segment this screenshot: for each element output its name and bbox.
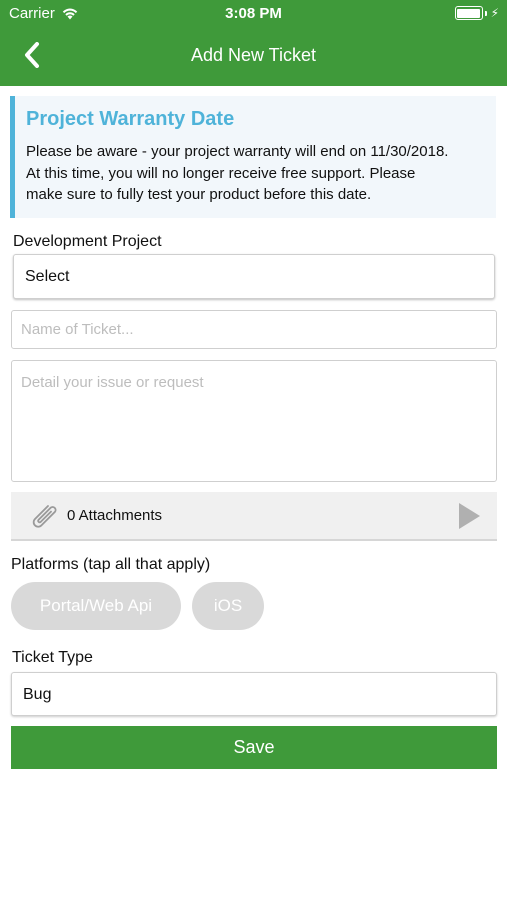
attachments-row[interactable]: 0 Attachments: [11, 492, 497, 541]
attachments-count: 0 Attachments: [67, 507, 163, 524]
warranty-notice-line: Please be aware - your project warranty …: [26, 143, 449, 160]
warranty-notice-body: Please be aware - your project warranty …: [26, 141, 484, 206]
status-time: 3:08 PM: [225, 5, 282, 22]
ticket-name-input[interactable]: Name of Ticket...: [11, 310, 497, 349]
play-arrow-icon: [459, 502, 480, 529]
nav-bar: Carrier 3:08 PM ⚡ Add New Ticket: [0, 0, 507, 86]
warranty-notice-line: At this time, you will no longer receive…: [26, 164, 416, 182]
status-bar: Carrier 3:08 PM ⚡: [0, 0, 507, 28]
platform-chip-portal-web-api[interactable]: Portal/Web Api: [11, 582, 181, 630]
save-button[interactable]: Save: [11, 726, 497, 769]
ticket-type-label: Ticket Type: [12, 649, 93, 666]
warranty-notice-title: Project Warranty Date: [26, 108, 235, 130]
warranty-notice: Project Warranty Date Please be aware - …: [10, 96, 496, 218]
page-title: Add New Ticket: [190, 45, 317, 65]
warranty-notice-line: make sure to fully test your product bef…: [26, 186, 372, 203]
ticket-type-field[interactable]: Bug: [11, 672, 497, 716]
platforms-label: Platforms (tap all that apply): [11, 556, 211, 573]
ticket-detail-textarea[interactable]: Detail your issue or request: [11, 360, 497, 482]
battery-icon: ⚡: [454, 6, 499, 20]
development-project-label: Development Project: [13, 233, 162, 250]
paperclip-icon: [32, 504, 57, 528]
development-project-select[interactable]: Select: [13, 254, 495, 299]
charging-icon: ⚡: [490, 6, 499, 20]
platform-chip-ios[interactable]: iOS: [192, 582, 264, 630]
